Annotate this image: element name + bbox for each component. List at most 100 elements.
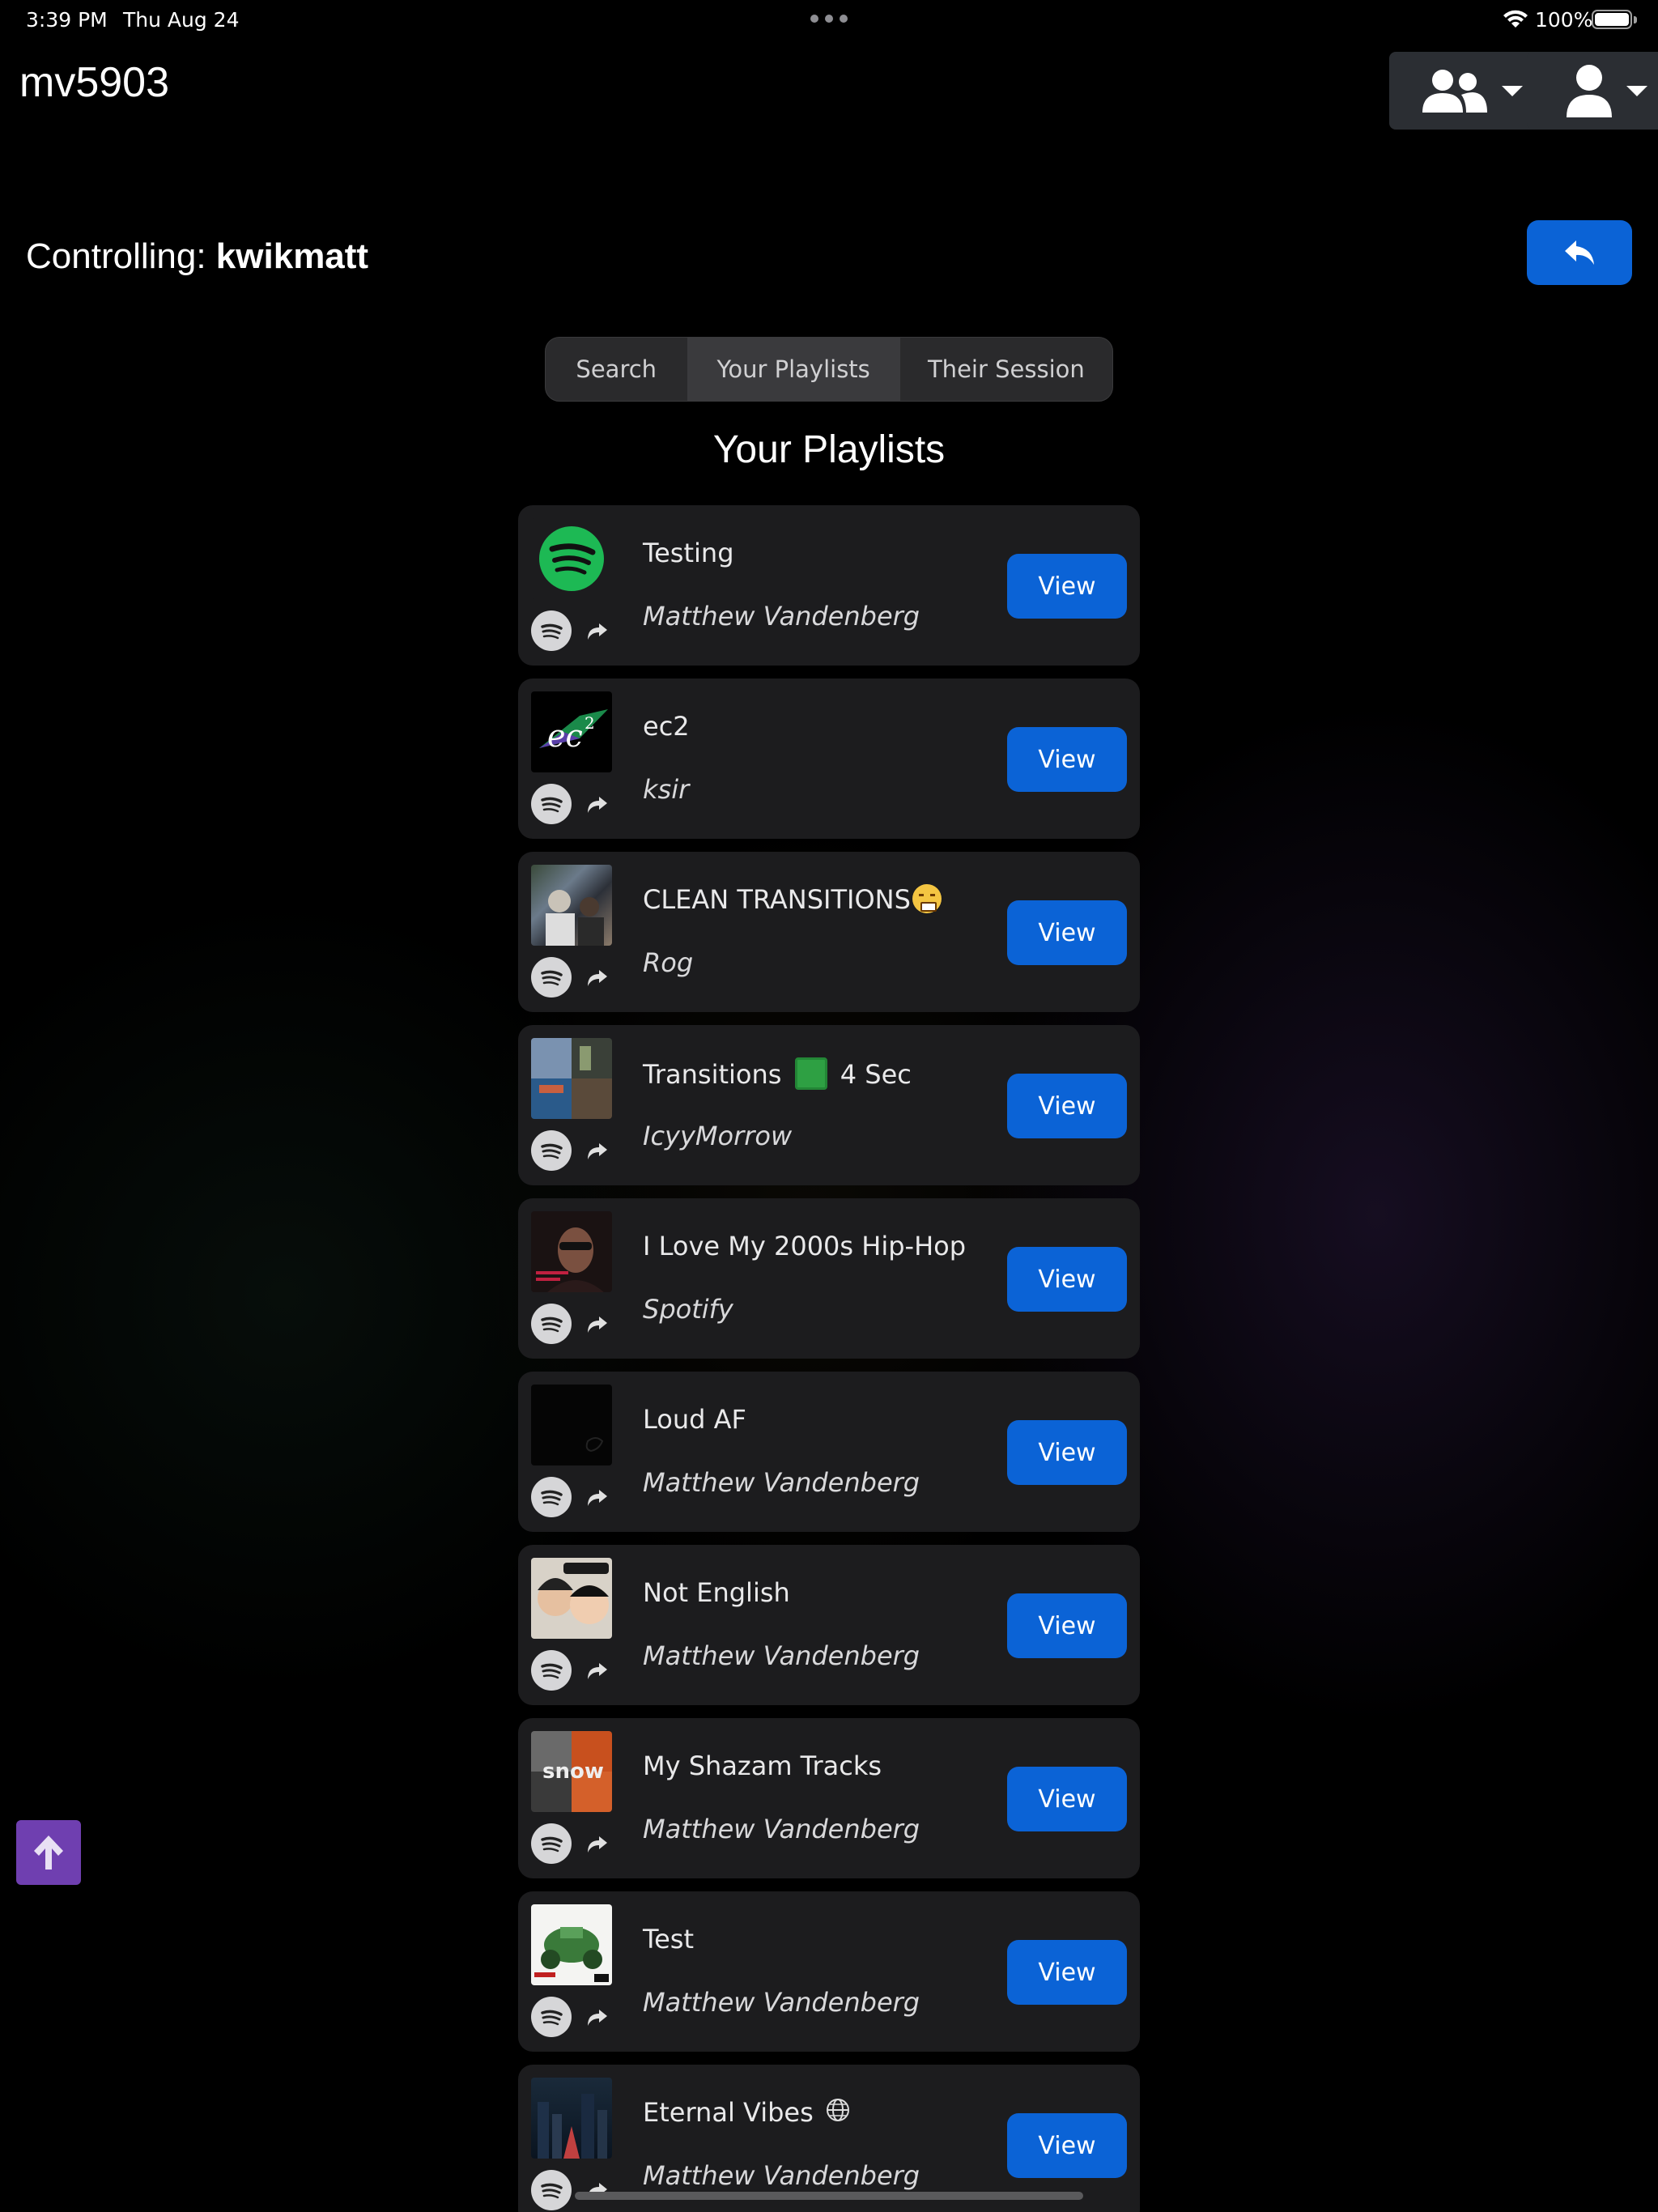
playlist-owner: Matthew Vandenberg xyxy=(643,1640,920,1671)
tab-their-session[interactable]: Their Session xyxy=(900,338,1112,401)
playlist-art-green-car xyxy=(531,1904,612,1985)
playlist-owner: Matthew Vandenberg xyxy=(643,1987,920,2018)
share-icon[interactable] xyxy=(585,1658,609,1682)
playlist-card: snow My Shazam Tracks Matthew Vandenberg… xyxy=(518,1718,1140,1878)
controlling-label: Controlling: kwikmatt xyxy=(26,236,368,277)
playlist-card: Transitions 4 Sec IcyyMorrow View xyxy=(518,1025,1140,1185)
chevron-down-icon xyxy=(1626,85,1647,96)
share-icon[interactable] xyxy=(585,1831,609,1856)
playlist-owner: Matthew Vandenberg xyxy=(643,601,920,632)
playlist-name: Not English xyxy=(643,1577,790,1608)
playlist-name: Loud AF xyxy=(643,1404,746,1435)
open-in-spotify-icon[interactable] xyxy=(531,1997,572,2037)
controlled-user: kwikmatt xyxy=(215,236,369,276)
open-in-spotify-icon[interactable] xyxy=(531,1823,572,1864)
view-tabs: Search Your Playlists Their Session xyxy=(545,337,1113,402)
scroll-to-top-button[interactable] xyxy=(16,1820,81,1885)
green-square-icon xyxy=(794,1057,827,1090)
open-in-spotify-icon[interactable] xyxy=(531,1304,572,1344)
playlist-card: ec 2 ec2 ksir View xyxy=(518,678,1140,839)
share-icon[interactable] xyxy=(585,792,609,816)
share-icon[interactable] xyxy=(585,2005,609,2029)
playlist-name: ec2 xyxy=(643,711,690,742)
chevron-down-icon xyxy=(1502,85,1523,96)
playlist-owner: Matthew Vandenberg xyxy=(643,2160,920,2191)
view-button[interactable]: View xyxy=(1007,1420,1127,1485)
status-date: Thu Aug 24 xyxy=(123,8,240,32)
playlist-owner: Rog xyxy=(643,947,694,978)
view-button[interactable]: View xyxy=(1007,1593,1127,1658)
open-in-spotify-icon[interactable] xyxy=(531,1650,572,1691)
playlist-card: Test Matthew Vandenberg View xyxy=(518,1891,1140,2052)
share-icon[interactable] xyxy=(585,1312,609,1336)
view-button[interactable]: View xyxy=(1007,1247,1127,1312)
view-button[interactable]: View xyxy=(1007,1074,1127,1138)
view-button[interactable]: View xyxy=(1007,554,1127,619)
battery-icon xyxy=(1592,10,1632,29)
share-icon[interactable] xyxy=(585,965,609,989)
battery-percent: 100% xyxy=(1535,8,1593,32)
playlist-art-black xyxy=(531,1385,612,1465)
battery-cap xyxy=(1634,16,1637,23)
playlist-owner: IcyyMorrow xyxy=(643,1121,793,1151)
playlist-name: My Shazam Tracks xyxy=(643,1750,882,1781)
tab-search[interactable]: Search xyxy=(546,338,687,401)
view-button[interactable]: View xyxy=(1007,1940,1127,2005)
status-bar: 3:39 PM Thu Aug 24 100% xyxy=(0,0,1658,39)
playlist-name: I Love My 2000s Hip-Hop xyxy=(643,1231,967,1261)
share-icon[interactable] xyxy=(585,619,609,643)
playlist-art-snow: snow xyxy=(531,1731,612,1812)
playlist-art-spotify xyxy=(531,518,612,599)
playlist-name: CLEAN TRANSITIONS xyxy=(643,884,942,915)
open-in-spotify-icon[interactable] xyxy=(531,610,572,651)
playlist-name: Test xyxy=(643,1924,695,1955)
open-in-spotify-icon[interactable] xyxy=(531,1130,572,1171)
multitasking-dots-icon[interactable] xyxy=(810,15,848,23)
svg-text:snow: snow xyxy=(542,1759,604,1784)
share-icon[interactable] xyxy=(585,1138,609,1163)
user-menu-button[interactable] xyxy=(1527,52,1658,130)
svg-text:2: 2 xyxy=(585,713,595,733)
reply-icon xyxy=(1565,240,1594,265)
home-indicator[interactable] xyxy=(575,2192,1083,2200)
playlist-art-ec2: ec 2 xyxy=(531,691,612,772)
spotify-logo-icon xyxy=(539,526,604,591)
playlist-owner: Matthew Vandenberg xyxy=(643,1814,920,1844)
playlist-art-city xyxy=(531,2078,612,2159)
playlist-owner: Matthew Vandenberg xyxy=(643,1467,920,1498)
section-title: Your Playlists xyxy=(712,428,946,471)
playlist-art-collage xyxy=(531,1038,612,1119)
user-icon xyxy=(1567,65,1612,117)
playlist-card: Not English Matthew Vandenberg View xyxy=(518,1545,1140,1705)
playlist-art-collage xyxy=(531,865,612,946)
open-in-spotify-icon[interactable] xyxy=(531,784,572,824)
globe-icon xyxy=(826,2099,849,2121)
open-in-spotify-icon[interactable] xyxy=(531,2170,572,2210)
arrow-up-icon xyxy=(34,1836,63,1870)
svg-text:ec: ec xyxy=(547,718,583,754)
playlist-card: Eternal Vibes Matthew Vandenberg View xyxy=(518,2065,1140,2212)
playlist-card: Testing Matthew Vandenberg View xyxy=(518,505,1140,666)
view-button[interactable]: View xyxy=(1007,727,1127,792)
playlist-owner: ksir xyxy=(643,774,690,805)
users-icon xyxy=(1422,70,1487,113)
wifi-icon xyxy=(1503,10,1528,28)
view-button[interactable]: View xyxy=(1007,1767,1127,1831)
playlist-name: Eternal Vibes xyxy=(643,2097,851,2128)
playlist-owner: Spotify xyxy=(643,1294,733,1325)
face-with-steam-icon xyxy=(912,884,942,913)
view-button[interactable]: View xyxy=(1007,900,1127,965)
controlling-prefix: Controlling: xyxy=(26,236,206,276)
status-time: 3:39 PM xyxy=(26,8,108,32)
playlist-list: Testing Matthew Vandenberg View ec 2 ec2… xyxy=(518,505,1140,2212)
view-button[interactable]: View xyxy=(1007,2113,1127,2178)
playlist-name: Transitions 4 Sec xyxy=(643,1057,912,1090)
tab-your-playlists[interactable]: Your Playlists xyxy=(687,338,900,401)
share-icon[interactable] xyxy=(585,1485,609,1509)
open-in-spotify-icon[interactable] xyxy=(531,957,572,998)
open-in-spotify-icon[interactable] xyxy=(531,1477,572,1517)
playlist-art-portrait xyxy=(531,1211,612,1292)
playlist-card: CLEAN TRANSITIONS Rog View xyxy=(518,852,1140,1012)
playlist-art-kids xyxy=(531,1558,612,1639)
back-button[interactable] xyxy=(1527,220,1632,285)
